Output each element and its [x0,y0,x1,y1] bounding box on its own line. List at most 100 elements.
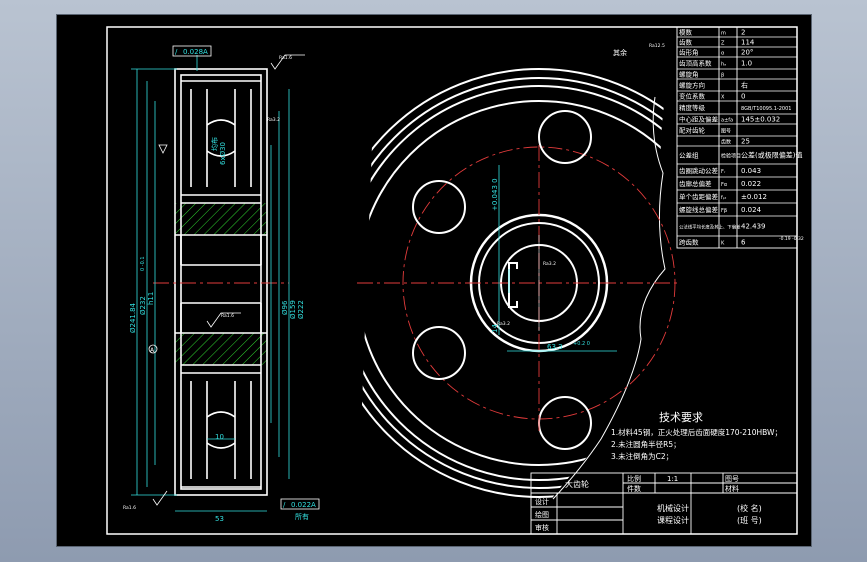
hub-hatch-top [175,203,267,235]
param-symbol: Fᵣ [721,169,726,175]
svg-text:/: / [283,501,286,509]
param-value: 145±0.032 [741,116,780,124]
param-label: 齿顶高系数 [679,59,712,68]
param-value: 8GB/T10095.1-2001 [741,106,791,112]
param-symbol: α [721,51,725,57]
param-label: 中心距及偏差 [679,115,719,124]
wk-tolerance: -0.19 -0.32 [779,236,804,242]
param-value: 2 [741,29,745,37]
front-dims [498,165,617,352]
param-label: 螺旋线总偏差 [679,205,719,214]
dim-holes-note: 均布 [210,137,219,151]
param-value: 0.043 [741,167,761,175]
param-label: 齿廓总偏差 [679,179,712,188]
param-label: 配对齿轮 [679,126,706,135]
dim-web: 10 [215,433,224,441]
dim-da: Ø241.84 [129,302,137,333]
tech-req-title: 技术要求 [659,411,703,424]
param-value: 20° [741,49,753,57]
course2: 课程设计 [657,515,689,525]
dim-df: Ø222 [297,300,305,319]
tech-req-1: 1.材料45钢，正火处理后齿面硬度170-210HBW； [611,427,782,437]
keyway-depth-tol: +0.2 0 [573,341,590,347]
tol-frame-bottom: / 0.022 A [280,498,320,510]
designer: 设计 [535,497,549,506]
dim-hub: Ø96 [281,300,289,315]
cad-drawing-viewport[interactable]: Ø241.84 0 -0.1 Ø232 h11 Ø96 Ø159 Ø222 6x… [56,14,812,547]
gear-parameter-table: 模数 m 2 齿数 Z 114 齿形角 α 20° 齿顶高系数 hₐ 1.0 螺旋角 β 螺旋方向 右变位系数… [676,26,804,249]
param-symbol: X [721,95,725,101]
param-label: 公差组 [679,151,699,160]
svg-text:0.022: 0.022 [291,501,311,509]
dim-d: Ø232 [139,296,147,315]
school: (校 名) [737,503,762,513]
svg-text:A: A [311,501,316,509]
svg-text:A: A [203,48,208,56]
scale-label: 比例 [627,474,641,483]
keyway-depth: 63.3 [547,343,563,351]
param-symbol: fₚₜ [721,195,727,201]
qty-label: 件数 [627,484,641,493]
param-symbol: a±fa [721,118,733,124]
svg-text:/: / [175,48,178,56]
param-value: 1.0 [741,60,752,68]
param-symbol: Fβ [721,208,727,214]
svg-text:Ra1.6: Ra1.6 [221,313,234,319]
param-label: 齿数 [679,38,693,47]
class: (班 号) [737,515,762,525]
dim-da-tol: 0 -0.1 [140,256,146,271]
scale-val: 1:1 [667,475,678,483]
dim-width: 53 [215,515,224,523]
param-value: 0 [741,93,745,101]
param-symbol: β [721,73,724,79]
keyway-tol: +0.043 0 [491,178,499,211]
tech-requirements: 技术要求 1.材料45钢，正火处理后齿面硬度170-210HBW； 2.未注圆角… [611,411,782,461]
drawing-no: 图号 [725,475,739,483]
param-label: 齿圈跳动公差 [679,166,719,175]
param-value: 6 [741,239,746,247]
side-section-view [174,68,268,496]
dim-bore: h11 [147,292,155,305]
param-symbol: hₐ [721,62,726,68]
param-label: 变位系数 [679,92,706,101]
dim-hub2: Ø159 [289,300,297,319]
param-symbol: K [721,241,725,247]
gear-drawing: Ø241.84 0 -0.1 Ø232 h11 Ø96 Ø159 Ø222 6x… [106,26,804,535]
material-label: 材料 [725,484,739,493]
part-name: 大齿轮 [565,479,589,489]
hub-hatch-bottom [175,333,267,365]
tol-frame-top: / 0.028 A [172,45,212,57]
param-label: 公法线平均长度及其上、下偏差 [679,224,741,231]
param-value: 0.022 [741,180,761,188]
param-symbol: Fα [721,182,728,188]
param-label: 螺旋角 [679,70,699,79]
dim-holes: 6xØ30 [219,142,227,165]
bottom-note: 所有 [295,512,309,521]
tech-req-3: 3.未注倒角为C2； [611,451,673,461]
param-label: 单个齿距偏差 [679,192,719,201]
param-value: 公差(或极限偏差)值 [741,151,802,160]
param-value: 42.439 [741,223,766,231]
rough-all-label: 其余 [613,48,627,57]
param-label: 模数 [679,28,693,37]
param-value: 25 [741,138,750,146]
drawn: 绘图 [535,510,549,519]
param-value: 右 [741,81,748,90]
param-symbol: m [721,31,726,37]
param-label: 跨齿数 [679,238,699,247]
svg-text:0.028: 0.028 [183,48,203,56]
param-symbol: Z [721,41,725,47]
rough-all-val: Ra12.5 [649,43,665,49]
course1: 机械设计 [657,503,689,513]
param-value: 114 [741,39,755,47]
svg-text:Ra3.2: Ra3.2 [267,117,280,123]
param-value: ±0.012 [741,193,767,201]
param-label: 螺旋方向 [679,81,705,90]
param-symbol: 检验项目 [721,153,741,160]
svg-text:Ra1.6: Ra1.6 [123,505,136,511]
svg-text:Ra1.6: Ra1.6 [279,55,292,61]
rough-key: Ra3.2 [543,261,556,267]
param-value: 0.024 [741,206,762,214]
param-label: 精度等级 [679,103,706,112]
param-symbol: 图号 [721,129,731,135]
